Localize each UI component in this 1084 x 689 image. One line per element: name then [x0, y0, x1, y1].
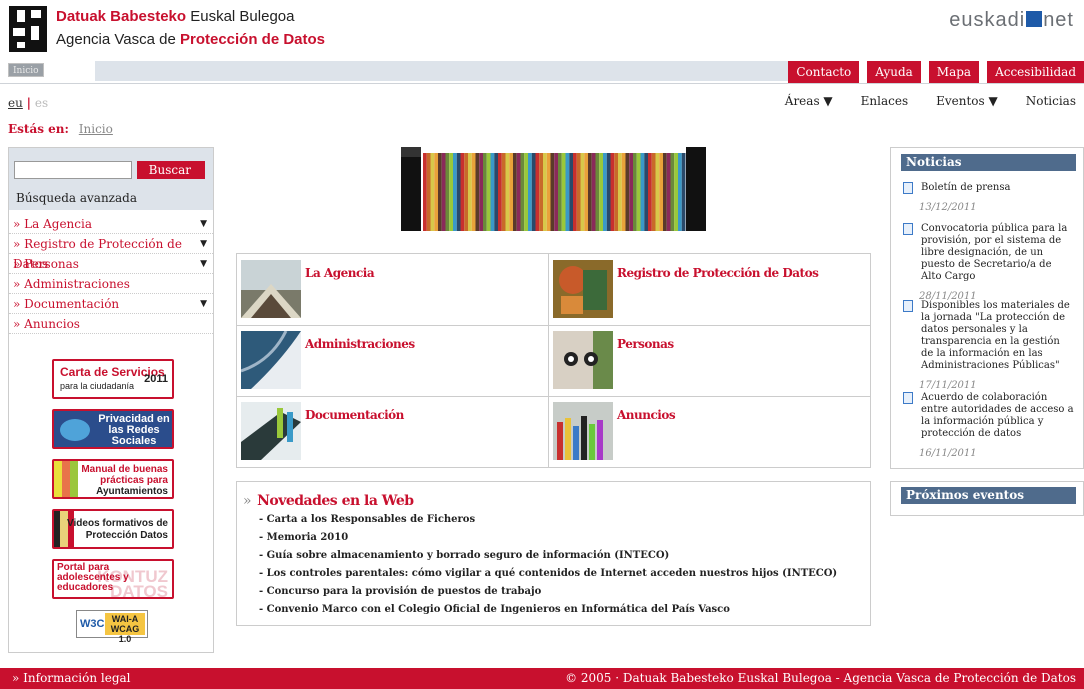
language-switcher: eu | es — [8, 96, 48, 110]
document-icon — [903, 392, 913, 404]
sidebar: Buscar Búsqueda avanzada » La Agencia ▼ »… — [8, 147, 214, 653]
lang-separator: | — [26, 96, 32, 110]
sidebar-item-registro[interactable]: » Registro de Protección de Datos ▼ — [9, 234, 213, 271]
home-button[interactable]: Inicio — [8, 63, 44, 77]
sections-grid: La Agencia Registro de Protección de Dat… — [236, 253, 871, 468]
header: Datuak Babesteko Euskal Bulegoa Agencia … — [0, 0, 1084, 60]
noticia-item[interactable]: Convocatoria pública para la provisión, … — [903, 223, 1075, 302]
tab-accesibilidad[interactable]: Accesibilidad — [987, 61, 1084, 83]
nav-eventos[interactable]: Eventos ▼ — [936, 94, 998, 108]
dropdown-arrow-icon: ▼ — [200, 239, 207, 249]
search-box: Buscar Búsqueda avanzada — [9, 148, 213, 210]
novedades-item[interactable]: Los controles parentales: cómo vigilar a… — [259, 568, 838, 586]
section-administraciones[interactable]: Administraciones — [237, 325, 552, 396]
secondary-nav: Áreas ▼ Enlaces Eventos ▼ Noticias — [757, 94, 1076, 108]
dropdown-arrow-icon: ▼ — [200, 259, 207, 269]
document-icon — [903, 182, 913, 194]
novedades-item[interactable]: Concurso para la provisión de puestos de… — [259, 586, 837, 604]
sidebar-menu: » La Agencia ▼ » Registro de Protección d… — [9, 214, 213, 334]
sidebar-item-personas[interactable]: » Personas ▼ — [9, 254, 213, 274]
w3c-wai-badge[interactable]: W3C WAI-A WCAG 1.0 — [76, 610, 148, 644]
footer: » Información legal © 2005 · Datuak Babe… — [0, 668, 1084, 689]
personas-thumbnail — [553, 331, 613, 389]
novedades-item[interactable]: Guía sobre almacenamiento y borrado segu… — [259, 550, 837, 568]
breadcrumb-inicio[interactable]: Inicio — [79, 122, 113, 136]
dropdown-arrow-icon: ▼ — [200, 219, 207, 229]
tab-ayuda[interactable]: Ayuda — [867, 61, 921, 83]
sidebar-item-documentacion[interactable]: » Documentación ▼ — [9, 294, 213, 314]
euskadi-square-icon — [1026, 11, 1043, 27]
lang-eu[interactable]: eu — [8, 96, 23, 110]
section-anuncios[interactable]: Anuncios — [549, 396, 864, 467]
manual-buenas-practicas-banner[interactable]: Manual de buenas prácticas para Ayuntami… — [52, 459, 174, 499]
noticia-item[interactable]: Boletín de prensa 13/12/2011 — [903, 182, 1075, 213]
registro-thumbnail — [553, 260, 613, 318]
tab-mapa[interactable]: Mapa — [928, 61, 980, 83]
noticias-header[interactable]: Noticias — [901, 154, 1076, 171]
copyright: © 2005 · Datuak Babesteko Euskal Bulegoa… — [565, 671, 1076, 685]
top-tabs: Contacto Ayuda Mapa Accesibilidad — [780, 61, 1084, 83]
section-documentacion[interactable]: Documentación — [237, 396, 552, 467]
document-icon — [903, 300, 913, 312]
portal-adolescentes-banner[interactable]: KONTUZ DATOS Portal para adolescentes y … — [52, 559, 174, 599]
novedades-title[interactable]: » Novedades en la Web — [243, 493, 414, 509]
novedades-list: Carta a los Responsables de Ficheros Mem… — [259, 514, 838, 622]
legal-link[interactable]: » Información legal — [12, 668, 131, 689]
noticia-item[interactable]: Disponibles los materiales de la jornada… — [903, 300, 1075, 391]
dropdown-arrow-icon: ▼ — [200, 299, 207, 309]
euskadi-net-logo[interactable]: euskadi net — [949, 9, 1074, 32]
agency-logo[interactable] — [9, 6, 47, 52]
privacidad-redes-banner[interactable]: Privacidad en las Redes Sociales Videotu… — [52, 409, 174, 449]
owl-icon — [60, 419, 90, 441]
novedades-box: »Novedades en la Web Carta a los Respons… — [236, 481, 871, 626]
search-input[interactable] — [14, 161, 132, 179]
org-name-eu[interactable]: Datuak Babesteko Euskal Bulegoa — [56, 8, 294, 25]
header-banner-image — [383, 147, 724, 231]
document-icon — [903, 223, 913, 235]
novedades-item[interactable]: Carta a los Responsables de Ficheros — [259, 514, 837, 532]
sidebar-item-anuncios[interactable]: » Anuncios — [9, 314, 213, 334]
eventos-header[interactable]: Próximos eventos — [901, 487, 1076, 504]
noticia-item[interactable]: Acuerdo de colaboración entre autoridade… — [903, 392, 1075, 459]
search-button[interactable]: Buscar — [137, 161, 205, 179]
documentacion-thumbnail — [241, 402, 301, 460]
tab-contacto[interactable]: Contacto — [788, 61, 860, 83]
novedades-item[interactable]: Memoria 2010 — [259, 532, 837, 550]
lang-es[interactable]: es — [35, 96, 48, 110]
anuncios-thumbnail — [553, 402, 613, 460]
org-name-es[interactable]: Agencia Vasca de Protección de Datos — [56, 31, 325, 48]
breadcrumb-label: Estás en: — [8, 122, 69, 136]
la-agencia-thumbnail — [241, 260, 301, 318]
section-registro[interactable]: Registro de Protección de Datos — [549, 254, 864, 325]
section-personas[interactable]: Personas — [549, 325, 864, 396]
breadcrumb: Estás en: Inicio — [8, 122, 113, 136]
sidebar-item-administraciones[interactable]: » Administraciones — [9, 274, 213, 294]
nav-enlaces[interactable]: Enlaces — [861, 94, 908, 108]
top-bar: Inicio Contacto Ayuda Mapa Accesibilidad — [0, 60, 1084, 84]
nav-areas[interactable]: Áreas ▼ — [785, 94, 833, 108]
administraciones-thumbnail — [241, 331, 301, 389]
videos-formativos-banner[interactable]: Videos formativos de Protección Datos — [52, 509, 174, 549]
novedades-item[interactable]: Convenio Marco con el Colegio Oficial de… — [259, 604, 837, 622]
nav-noticias[interactable]: Noticias — [1026, 94, 1076, 108]
eventos-panel: Próximos eventos — [890, 481, 1084, 516]
noticias-panel: Noticias Boletín de prensa 13/12/2011 Co… — [890, 147, 1084, 469]
top-grey-bar — [95, 61, 810, 81]
section-la-agencia[interactable]: La Agencia — [237, 254, 552, 325]
carta-servicios-banner[interactable]: Carta de Servicios para la ciudadanía 20… — [52, 359, 174, 399]
advanced-search-link[interactable]: Búsqueda avanzada — [16, 191, 137, 205]
sidebar-item-la-agencia[interactable]: » La Agencia ▼ — [9, 214, 213, 234]
